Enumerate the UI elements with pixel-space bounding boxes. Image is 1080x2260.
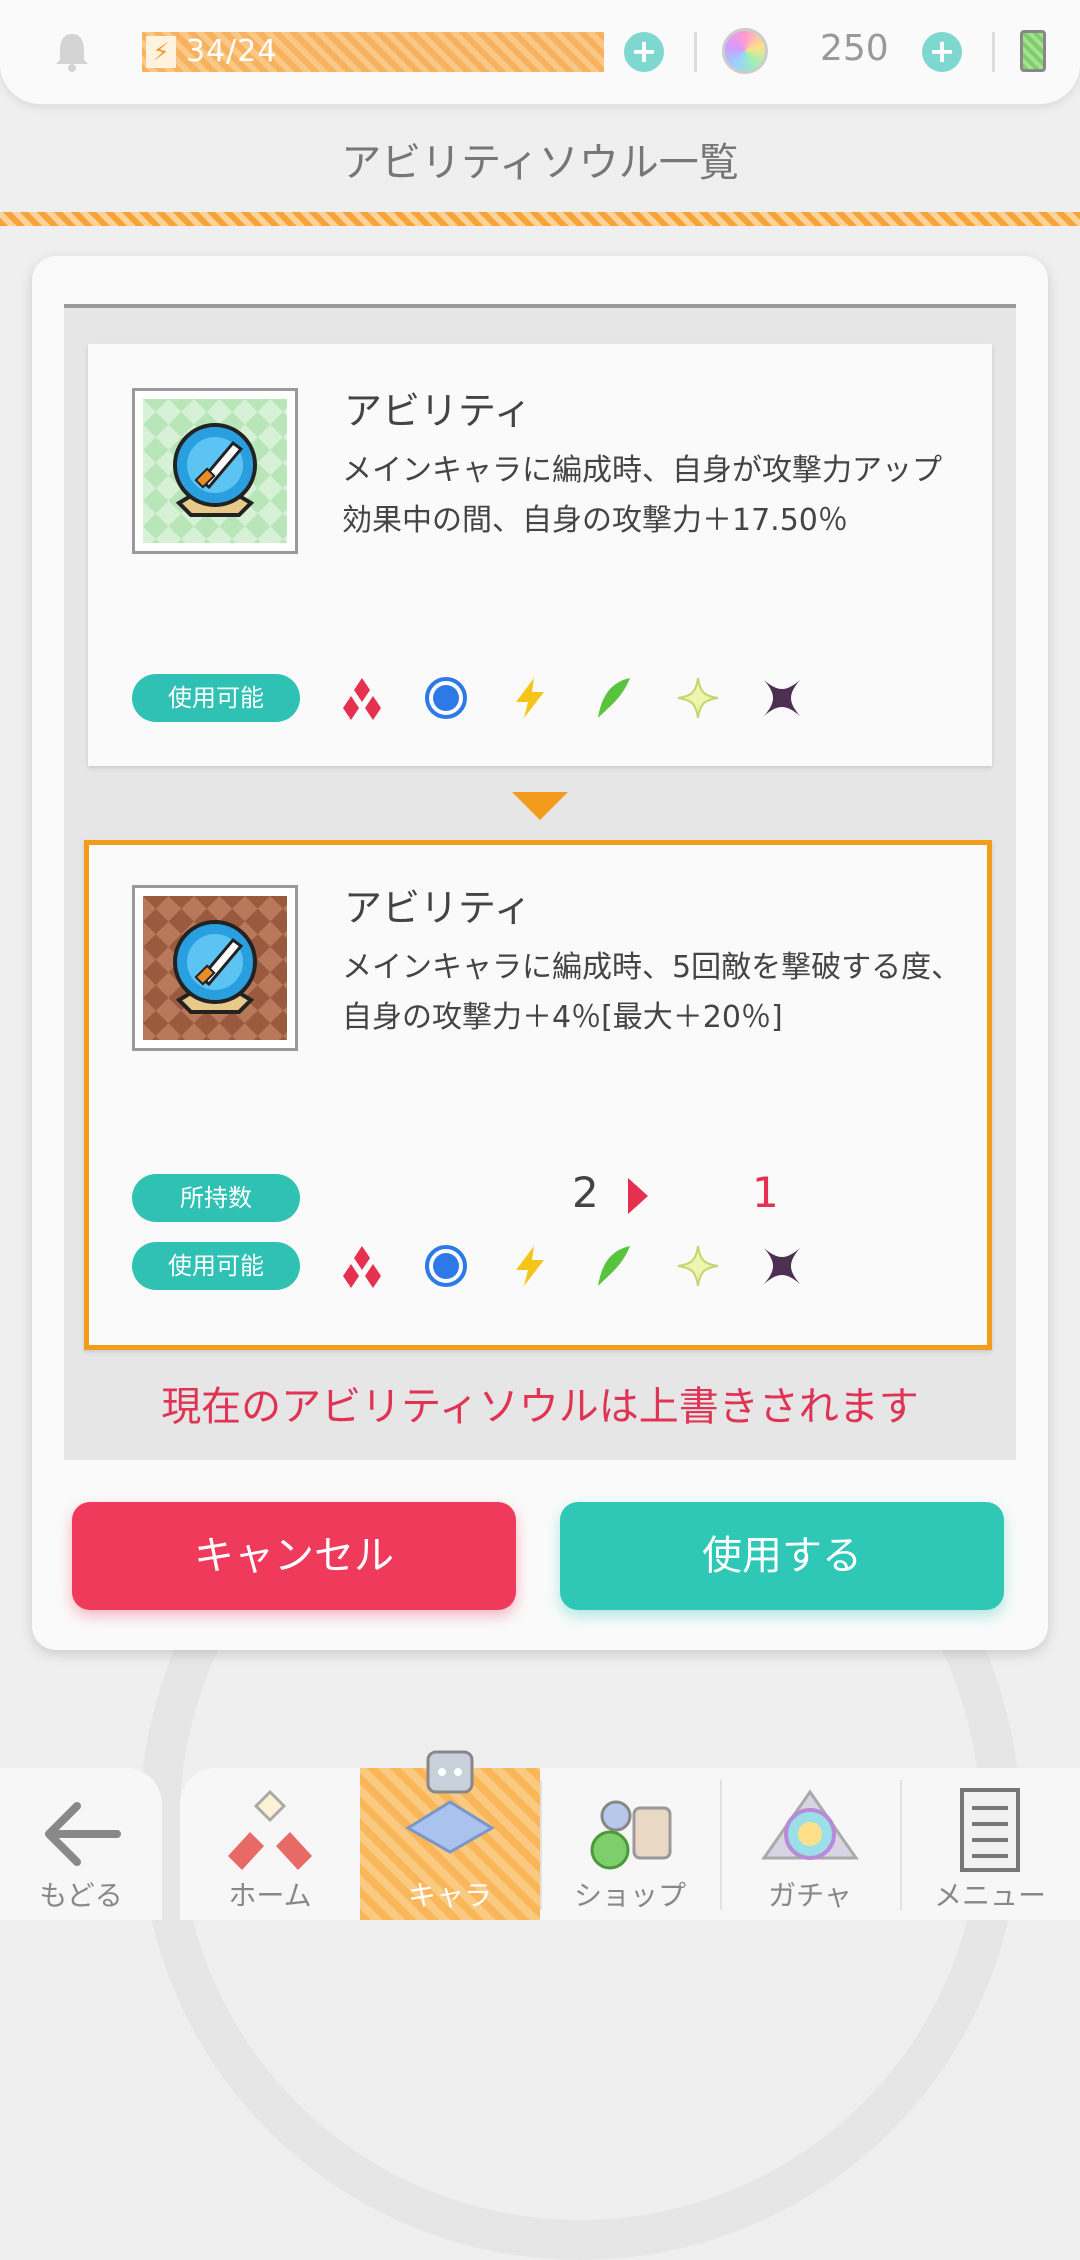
gacha-icon [761,1789,859,1860]
ability-title: アビリティ [344,389,532,433]
thunder-attribute-icon [516,1246,544,1286]
gem-count: 250 [820,28,889,69]
nav-back-button[interactable]: もどる [0,1768,162,1920]
fire-attribute-icon [343,678,381,720]
gem-icon [722,28,768,74]
nav-label: ホーム [228,1879,312,1912]
owned-count-before: 2 [572,1168,599,1217]
current-ability-card: アビリティ メインキャラに編成時、自身が攻撃力アップ効果中の間、自身の攻撃力＋1… [88,344,992,766]
nav-label: ガチャ [768,1879,852,1912]
fire-attribute-icon [343,1246,381,1288]
ability-soul-icon [143,896,287,1040]
owned-count-after: 1 [752,1168,779,1217]
add-gem-button[interactable]: + [922,32,962,72]
ability-soul-thumbnail [132,388,298,554]
dark-attribute-icon [764,680,800,716]
light-attribute-icon [677,1245,719,1287]
ability-title: アビリティ [344,886,532,930]
wind-attribute-icon [598,678,630,718]
add-stamina-button[interactable]: + [624,32,664,72]
shop-icon [590,1800,672,1870]
dark-attribute-icon [764,1248,800,1284]
divider [694,32,697,72]
use-button[interactable]: 使用する [560,1502,1004,1610]
usable-badge: 使用可能 [132,1242,300,1290]
ability-description: メインキャラに編成時、自身が攻撃力アップ効果中の間、自身の攻撃力＋17.50％ [342,453,942,538]
water-attribute-icon [425,1245,467,1287]
wind-attribute-icon [598,1246,630,1286]
nav-label: もどる [39,1879,123,1912]
nav-gacha[interactable]: ガチャ [720,1768,900,1920]
divider [992,32,995,72]
nav-label: メニュー [933,1879,1046,1912]
overwrite-warning: 現在のアビリティソウルは上書きされます [161,1384,919,1430]
nav-label: キャラ [407,1879,492,1912]
owned-count-badge: 所持数 [132,1174,300,1222]
usable-badge: 使用可能 [132,674,300,722]
ability-soul-thumbnail [132,885,298,1051]
nav-home[interactable]: ホーム [180,1768,360,1920]
menu-list-icon [960,1788,1020,1872]
nav-menu[interactable]: メニュー [900,1768,1080,1920]
nav-shop[interactable]: ショップ [540,1768,720,1920]
change-arrow-icon [512,792,568,820]
ability-description: メインキャラに編成時、5回敵を撃破する度、自身の攻撃力＋4％[最大＋20％] [342,950,962,1035]
title-stripe [0,212,1080,226]
page-title: アビリティソウル一覧 [341,140,739,186]
arrow-right-icon [628,1178,648,1214]
home-icon [228,1789,312,1870]
battery-icon [1020,30,1046,72]
back-arrow-icon [45,1802,121,1866]
thunder-attribute-icon [516,678,544,718]
stamina-bar: ⚡ 34/24 [142,32,604,72]
light-attribute-icon [677,677,719,719]
bell-icon[interactable] [50,30,94,74]
nav-chara[interactable]: キャラ [360,1750,540,1920]
status-bar: ⚡ 34/24 + 250 + [0,0,1080,104]
character-icon [405,1750,495,1854]
water-attribute-icon [425,677,467,719]
cancel-button[interactable]: キャンセル [72,1502,516,1610]
ability-soul-icon [143,399,287,543]
nav-label: ショップ [573,1879,686,1912]
stamina-bolt-icon: ⚡ [146,36,176,68]
stamina-value: 34/24 [186,34,278,69]
